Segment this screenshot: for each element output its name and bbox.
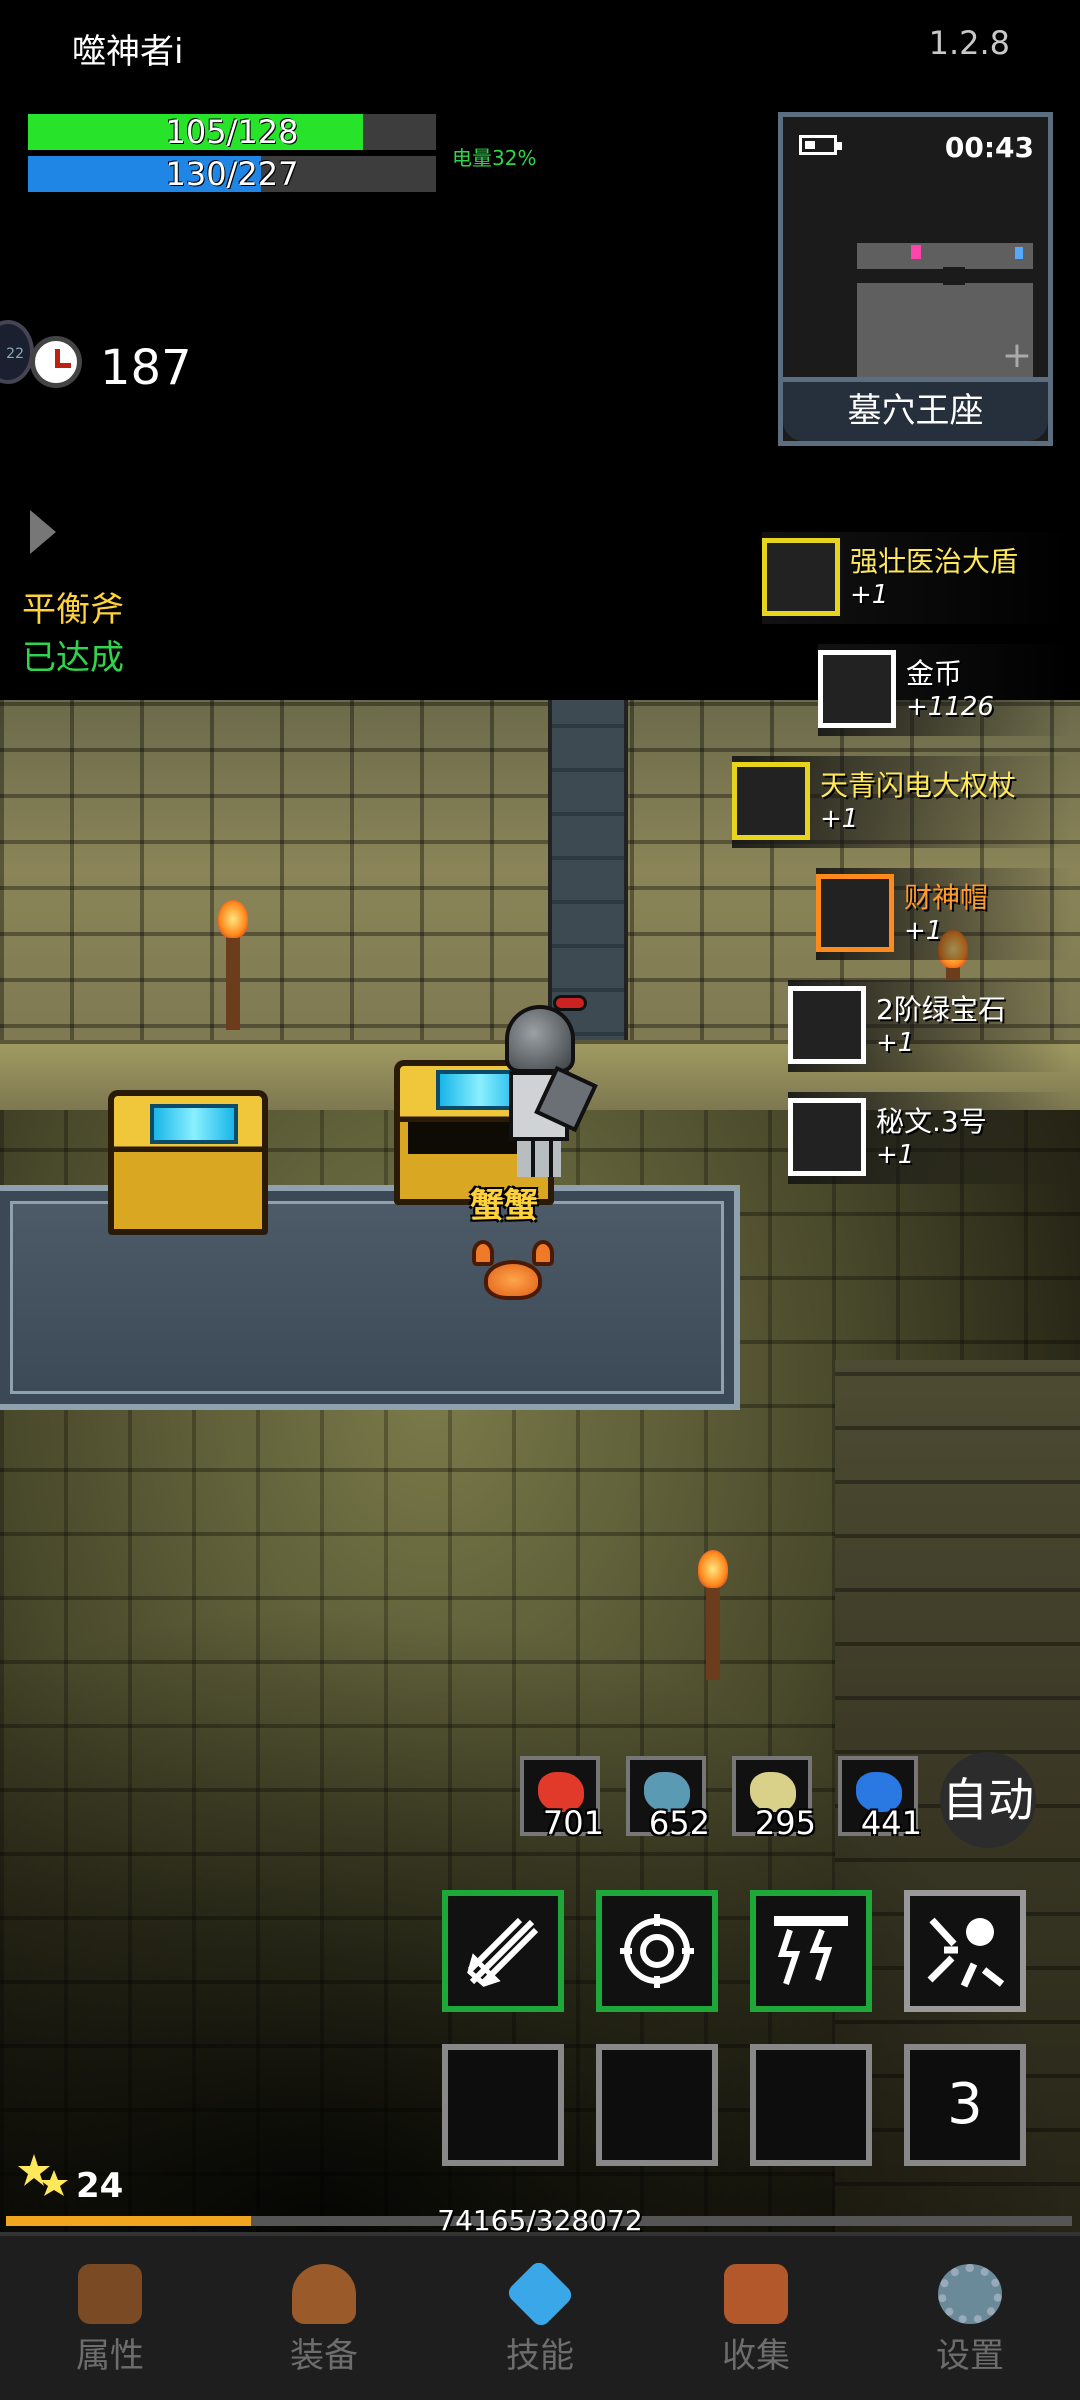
- shield-icon: [762, 538, 840, 616]
- nav-item-skills[interactable]: 技能: [470, 2258, 610, 2377]
- loot-name: 秘文.3号: [876, 1105, 987, 1138]
- loot-notification: 金币 +1126: [818, 644, 1072, 736]
- item-count: 701: [542, 1804, 604, 1842]
- loot-notification: 天青闪电大权杖 +1: [732, 756, 1072, 848]
- helmet-plume: [553, 995, 587, 1011]
- expand-map-icon[interactable]: +: [1002, 335, 1032, 376]
- book-icon: [724, 2264, 788, 2324]
- red-potion-slot[interactable]: 701: [520, 1756, 604, 1842]
- slash-skill-icon: [467, 1917, 539, 1987]
- nav-label: 属性: [76, 2336, 144, 2376]
- nav-label: 设置: [936, 2336, 1004, 2376]
- loot-name: 金币: [906, 657, 963, 690]
- player-knight: [495, 995, 605, 1185]
- quest-name[interactable]: 平衡斧: [22, 582, 124, 631]
- quest-status: 已达成: [22, 638, 124, 678]
- crab-pet: [472, 1240, 554, 1306]
- map-room: [857, 243, 1033, 269]
- clock-icon: [30, 336, 82, 388]
- item-count: 295: [754, 1804, 816, 1842]
- auto-button[interactable]: 自动: [940, 1752, 1036, 1848]
- hp-text: 105/128: [165, 113, 299, 151]
- green-gem-icon: [788, 986, 866, 1064]
- nav-item-equipment[interactable]: 装备: [254, 2264, 394, 2377]
- blue-potion-slot[interactable]: 441: [838, 1756, 922, 1842]
- location-name: 墓穴王座: [783, 377, 1048, 441]
- player-marker-icon: [911, 245, 921, 259]
- map-doorway: [943, 267, 965, 285]
- player-name: 噬神者i: [72, 32, 184, 72]
- loot-name: 强壮医治大盾: [850, 545, 1019, 578]
- burst-skill-icon: [927, 1917, 1005, 1988]
- battery-level: 电量32%: [452, 146, 537, 170]
- loot-qty: +1: [876, 1140, 915, 1170]
- mp-text: 130/227: [165, 155, 299, 193]
- crab-shell: [484, 1260, 542, 1300]
- loot-qty: +1126: [906, 692, 994, 722]
- hat-icon: [816, 874, 894, 952]
- wall-torch: [938, 930, 968, 980]
- fish-slot[interactable]: 652: [626, 1756, 710, 1842]
- skill-button-vortex[interactable]: [596, 1890, 718, 2012]
- minimap-clock: 00:43: [944, 131, 1034, 164]
- empty-skill-slot[interactable]: [596, 2044, 718, 2166]
- nav-label: 收集: [722, 2336, 790, 2376]
- knight-legs: [517, 1141, 561, 1177]
- nav-label: 技能: [506, 2336, 574, 2376]
- battery-icon: [799, 135, 842, 155]
- version-label: 1.2.8: [928, 24, 1010, 62]
- nav-label: 装备: [290, 2336, 358, 2376]
- item-count: 652: [648, 1804, 710, 1842]
- scepter-icon: [732, 762, 810, 840]
- loot-qty: +1: [904, 916, 943, 946]
- loot-notification: 强壮医治大盾 +1: [762, 532, 1072, 624]
- pet-name-label: 蟹蟹: [470, 1186, 538, 1226]
- loot-name: 财神帽: [904, 881, 989, 914]
- nav-item-settings[interactable]: 设置: [900, 2264, 1040, 2377]
- skill-button-burst[interactable]: [904, 1890, 1026, 2012]
- lightning-skill-icon: [774, 1916, 848, 1985]
- npc-marker-icon: [1015, 247, 1023, 259]
- nav-item-collection[interactable]: 收集: [686, 2264, 826, 2377]
- nav-item-attributes[interactable]: 属性: [40, 2264, 180, 2377]
- loot-qty: +1: [850, 580, 889, 610]
- mp-bar: 130/227: [28, 156, 436, 192]
- gear-icon: [938, 2264, 1002, 2324]
- knight-helmet: [505, 1005, 575, 1073]
- level-star-icon: [18, 2154, 68, 2196]
- minimap[interactable]: 00:43 + 墓穴王座: [778, 112, 1053, 446]
- scroll-slot[interactable]: 295: [732, 1756, 816, 1842]
- treasure-chest[interactable]: [108, 1090, 268, 1235]
- loot-notification: 秘文.3号 +1: [788, 1092, 1072, 1184]
- player-level: 24: [76, 2166, 124, 2206]
- loot-name: 2阶绿宝石: [876, 993, 1006, 1026]
- item-count: 441: [860, 1804, 922, 1842]
- skill-page-counter[interactable]: 3: [904, 2044, 1026, 2166]
- vortex-skill-icon: [620, 1914, 694, 1988]
- timer-value: 187: [100, 340, 192, 396]
- empty-skill-slot[interactable]: [442, 2044, 564, 2166]
- helmet-icon: [78, 2264, 142, 2324]
- gold-coins-icon: [818, 650, 896, 728]
- loot-notification: 2阶绿宝石 +1: [788, 980, 1072, 1072]
- rune-stone-icon: [788, 1098, 866, 1176]
- loot-qty: +1: [820, 804, 859, 834]
- bottom-nav: 属性 装备 技能 收集 设置: [0, 2232, 1080, 2400]
- loot-qty: +1: [876, 1028, 915, 1058]
- play-icon[interactable]: [30, 510, 56, 554]
- skill-button-slash[interactable]: [442, 1890, 564, 2012]
- bag-icon: [292, 2264, 356, 2324]
- crystal-icon: [504, 2258, 576, 2330]
- crab-claw: [472, 1240, 494, 1266]
- loot-notification: 财神帽 +1: [816, 868, 1072, 960]
- wall-torch: [698, 1550, 728, 1680]
- side-tab-button[interactable]: 22: [0, 320, 34, 384]
- skill-button-lightning[interactable]: [750, 1890, 872, 2012]
- hp-bar: 105/128: [28, 114, 436, 150]
- loot-name: 天青闪电大权杖: [820, 769, 1017, 802]
- wall-torch: [218, 900, 248, 1030]
- crab-claw: [532, 1240, 554, 1266]
- empty-skill-slot[interactable]: [750, 2044, 872, 2166]
